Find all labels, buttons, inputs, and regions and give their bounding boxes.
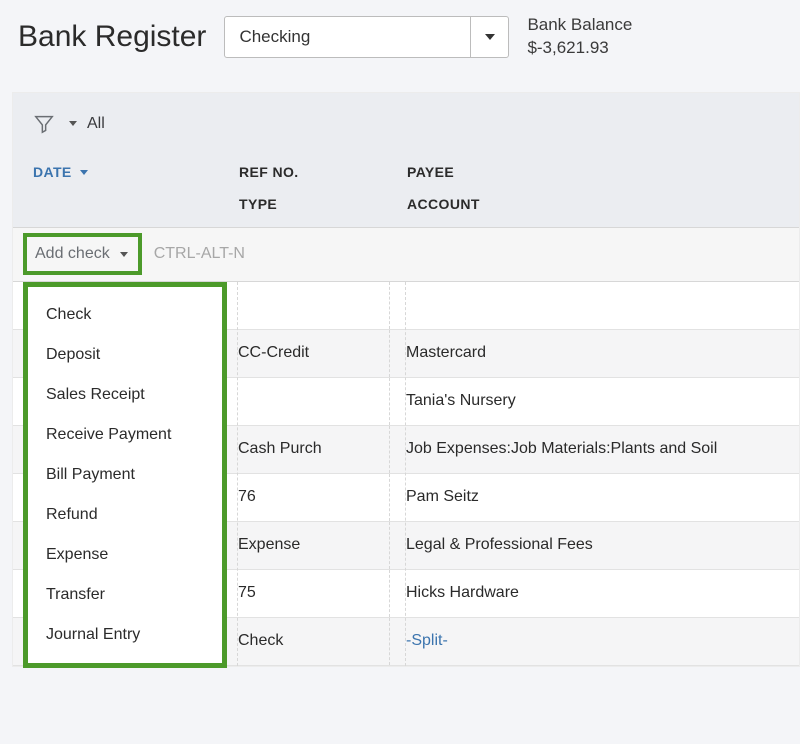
dropdown-item-expense[interactable]: Expense xyxy=(28,535,222,575)
cell-payee: Pam Seitz xyxy=(389,474,799,521)
page-title: Bank Register xyxy=(18,20,206,54)
register-panel: All DATE REF NO. TYPE PAYEE ACCOUNT Add … xyxy=(12,92,800,667)
filter-icon[interactable] xyxy=(33,113,55,135)
chevron-down-icon[interactable] xyxy=(69,121,77,126)
cell-payee xyxy=(389,282,799,329)
balance-block: Bank Balance $-3,621.93 xyxy=(527,14,632,60)
dropdown-item-deposit[interactable]: Deposit xyxy=(28,335,222,375)
cell-ref: Cash Purch xyxy=(221,426,389,473)
column-header-date-label: DATE xyxy=(33,161,72,183)
account-selector-caret[interactable] xyxy=(470,17,508,57)
cell-payee: Job Expenses:Job Materials:Plants and So… xyxy=(389,426,799,473)
filter-toolbar: All DATE REF NO. TYPE PAYEE ACCOUNT xyxy=(13,93,799,228)
chevron-down-icon xyxy=(120,252,128,257)
filter-scope-label: All xyxy=(87,115,105,133)
column-header-type[interactable]: TYPE xyxy=(239,193,395,215)
column-divider xyxy=(405,282,406,666)
column-header-refno[interactable]: REF NO. xyxy=(239,161,395,183)
cell-payee: Legal & Professional Fees xyxy=(389,522,799,569)
dropdown-item-sales-receipt[interactable]: Sales Receipt xyxy=(28,375,222,415)
cell-ref: CC-Credit xyxy=(221,330,389,377)
dropdown-item-bill-payment[interactable]: Bill Payment xyxy=(28,455,222,495)
column-header-payee[interactable]: PAYEE xyxy=(407,161,779,183)
add-type-dropdown: CheckDepositSales ReceiptReceive Payment… xyxy=(23,282,227,668)
add-check-button-label: Add check xyxy=(35,245,110,263)
dropdown-item-check[interactable]: Check xyxy=(28,295,222,335)
account-selector-value: Checking xyxy=(225,17,470,57)
dropdown-item-refund[interactable]: Refund xyxy=(28,495,222,535)
cell-payee: Hicks Hardware xyxy=(389,570,799,617)
cell-payee: -Split- xyxy=(389,618,799,665)
add-entry-row: Add check CTRL-ALT-N CheckDepositSales R… xyxy=(13,228,799,282)
cell-ref xyxy=(221,378,389,425)
chevron-down-icon xyxy=(80,170,88,175)
dropdown-item-transfer[interactable]: Transfer xyxy=(28,575,222,615)
column-divider xyxy=(237,282,238,666)
cell-ref: Check xyxy=(221,618,389,665)
column-header-account[interactable]: ACCOUNT xyxy=(407,193,779,215)
cell-payee: Tania's Nursery xyxy=(389,378,799,425)
column-headers: DATE REF NO. TYPE PAYEE ACCOUNT xyxy=(33,161,779,216)
account-selector[interactable]: Checking xyxy=(224,16,509,58)
column-header-date[interactable]: DATE xyxy=(33,161,88,183)
cell-ref: Expense xyxy=(221,522,389,569)
balance-value: $-3,621.93 xyxy=(527,37,632,60)
header-bar: Bank Register Checking Bank Balance $-3,… xyxy=(0,0,800,92)
cell-ref: 75 xyxy=(221,570,389,617)
shortcut-hint: CTRL-ALT-N xyxy=(154,245,245,263)
dropdown-item-receive-payment[interactable]: Receive Payment xyxy=(28,415,222,455)
balance-label: Bank Balance xyxy=(527,14,632,37)
cell-ref xyxy=(221,282,389,329)
dropdown-item-journal-entry[interactable]: Journal Entry xyxy=(28,615,222,655)
add-check-button[interactable]: Add check xyxy=(23,233,142,275)
chevron-down-icon xyxy=(485,34,495,40)
cell-payee: Mastercard xyxy=(389,330,799,377)
cell-ref: 76 xyxy=(221,474,389,521)
split-link[interactable]: -Split- xyxy=(406,632,448,650)
